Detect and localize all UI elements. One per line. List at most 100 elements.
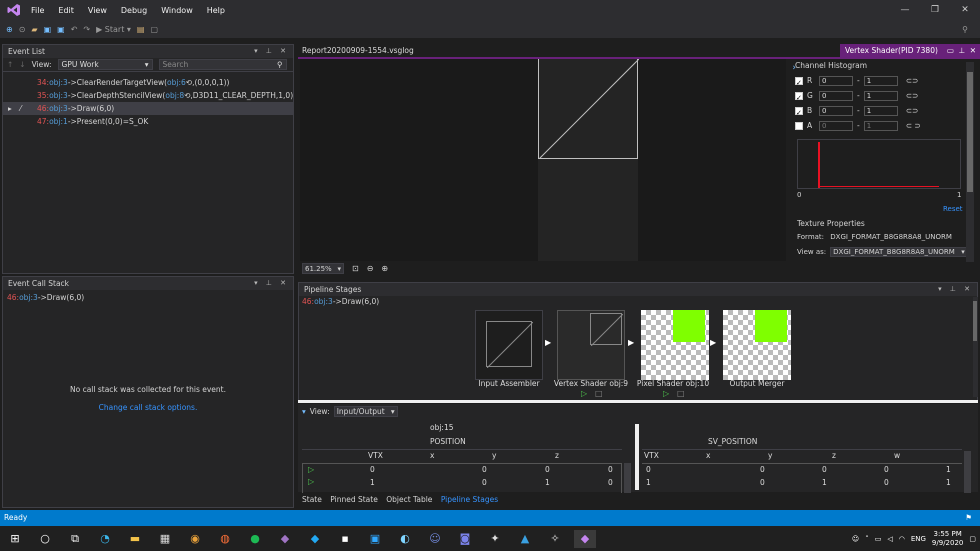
back-icon[interactable]: ⊕ [6, 25, 13, 34]
search-input[interactable]: Search ⚲ [158, 59, 287, 70]
io-splitter[interactable] [635, 424, 639, 490]
channel-max-input[interactable]: 1 [863, 90, 898, 101]
histogram-reset-link[interactable]: Reset [943, 205, 963, 213]
debug-play-icon[interactable]: ▷ [581, 389, 587, 398]
vertex-shader-stage[interactable] [557, 310, 625, 380]
wifi-icon[interactable]: ◠ [899, 535, 905, 543]
vertex-shader-tab[interactable]: Vertex Shader(PID 7380) ▭ ⊥ ✕ [840, 44, 980, 57]
event-obj[interactable]: obj:3 [49, 91, 68, 100]
minimize-icon[interactable]: — [890, 0, 920, 20]
fit-icon[interactable]: ⊡ [352, 264, 359, 273]
people-icon[interactable]: ☺ [852, 535, 859, 543]
splitter[interactable] [298, 400, 978, 403]
maximize-icon[interactable]: ❐ [920, 0, 950, 20]
panel-controls[interactable]: ▾ ⊥ ✕ [938, 283, 973, 296]
save-icon[interactable]: ▣ [44, 25, 52, 34]
entry-obj[interactable]: obj:3 [19, 293, 38, 302]
network-icon[interactable]: ▭ [875, 535, 882, 543]
photoshop-icon[interactable]: ▣ [364, 530, 386, 548]
input-scrollbar[interactable] [624, 463, 631, 493]
debug-play-icon[interactable]: ▷ [663, 389, 669, 398]
store-icon[interactable]: ▦ [154, 530, 176, 548]
entry-obj[interactable]: obj:3 [314, 297, 333, 306]
input-object-link[interactable]: obj:15 [430, 423, 454, 432]
output-merger-stage[interactable] [723, 310, 791, 380]
change-call-stack-link[interactable]: Change call stack options. [3, 403, 293, 412]
zoom-out-icon[interactable]: ⊖ [367, 264, 374, 273]
pipeline-scrollbar[interactable] [973, 297, 978, 397]
tab-pinned-state[interactable]: Pinned State [330, 495, 378, 504]
panel-controls[interactable]: ▾ ⊥ ✕ [254, 45, 289, 58]
call-stack-entry[interactable]: 46:obj:3->Draw(6,0) [3, 290, 293, 305]
view-as-select[interactable]: DXGI_FORMAT_B8G8R8A8_UNORM ▾ [830, 247, 968, 257]
debug-stop-icon[interactable]: □ [677, 389, 685, 398]
file-explorer-icon[interactable]: ▬ [124, 530, 146, 548]
event-row-selected[interactable]: ▸ ⁄ 46:obj:3->Draw(6,0) [3, 102, 293, 115]
visual-studio-active-icon[interactable]: ◆ [574, 529, 596, 548]
scrollbar-thumb[interactable] [973, 301, 977, 341]
tab-object-table[interactable]: Object Table [386, 495, 432, 504]
live-share-icon[interactable]: ⚲ [962, 25, 968, 34]
action-center-icon[interactable]: ▢ [969, 535, 976, 543]
pin-icon[interactable]: ▭ [947, 44, 954, 57]
chrome-icon[interactable]: ◉ [184, 530, 206, 548]
input-assembler-stage[interactable] [475, 310, 543, 380]
game-icon[interactable]: ✧ [544, 530, 566, 548]
link-icon[interactable]: ⊂⊃ [906, 88, 919, 103]
save-all-icon[interactable]: ▣ [57, 25, 65, 34]
vscode-icon[interactable]: ◆ [304, 530, 326, 548]
search-icon[interactable]: ○ [34, 530, 56, 548]
app-icon[interactable]: ◐ [394, 530, 416, 548]
zoom-select[interactable]: 61.25% ▾ [302, 262, 344, 274]
panel-controls[interactable]: ▾ ⊥ ✕ [254, 277, 289, 290]
pixel-shader-stage[interactable] [641, 310, 709, 380]
task-view-icon[interactable]: ⧉ [64, 530, 86, 548]
event-obj2[interactable]: obj:8 [165, 91, 184, 100]
io-view-select[interactable]: Input/Output ▾ [333, 405, 398, 417]
close-icon[interactable]: ✕ [950, 0, 980, 20]
event-row[interactable]: 35:obj:3->ClearDepthStencilView(obj:8⟲,D… [3, 89, 293, 102]
channel-max-input[interactable]: 1 [863, 75, 898, 86]
channel-min-input[interactable]: 0 [819, 75, 853, 86]
channel-checkbox-g[interactable] [795, 91, 803, 106]
menu-help[interactable]: Help [200, 6, 232, 15]
event-obj2[interactable]: obj:6 [167, 78, 186, 87]
event-row[interactable]: 34:obj:3->ClearRenderTargetView(obj:6⟲,(… [3, 76, 293, 89]
clock[interactable]: 3:55 PM 9/9/2020 [932, 530, 963, 548]
redo-icon[interactable]: ↷ [83, 25, 90, 34]
link-icon[interactable]: ⊂⊃ [906, 73, 919, 88]
capture-icon[interactable]: ▤ [137, 25, 145, 34]
open-folder-icon[interactable]: ▰ [31, 25, 37, 34]
debug-play-icon[interactable]: ▷ [308, 465, 314, 474]
channel-min-input[interactable]: 0 [819, 90, 853, 101]
teams-icon[interactable]: ◙ [454, 530, 476, 548]
up-arrow-icon[interactable]: ↑ [7, 60, 13, 69]
keep-tab-icon[interactable]: ⊥ [958, 44, 965, 57]
tab-state[interactable]: State [302, 495, 322, 504]
edge-icon[interactable]: ◔ [94, 530, 116, 548]
tab-pipeline-stages[interactable]: Pipeline Stages [441, 495, 498, 504]
menu-window[interactable]: Window [154, 6, 200, 15]
image-viewer[interactable]: › [300, 59, 796, 261]
expand-arrow-icon[interactable]: ▸ [8, 102, 12, 115]
language-indicator[interactable]: ENG [911, 535, 926, 543]
channel-min-input[interactable]: 0 [819, 120, 853, 131]
menu-edit[interactable]: Edit [51, 6, 81, 15]
menu-file[interactable]: File [24, 6, 51, 15]
menu-view[interactable]: View [81, 6, 114, 15]
discord-icon[interactable]: ☺ [424, 530, 446, 548]
close-tab-icon[interactable]: ✕ [970, 44, 976, 57]
channel-max-input[interactable]: 1 [863, 120, 898, 131]
channel-checkbox-a[interactable] [795, 121, 803, 130]
forward-icon[interactable]: ⊙ [19, 25, 26, 34]
down-arrow-icon[interactable]: ↓ [19, 60, 25, 69]
output-scrollbar[interactable] [964, 451, 971, 493]
unlink-icon[interactable]: ⊂ ⊃ [906, 118, 921, 133]
windows-start-icon[interactable]: ⊞ [4, 530, 26, 548]
document-tab[interactable]: Report20200909-1554.vsglog [298, 44, 418, 57]
menu-debug[interactable]: Debug [114, 6, 154, 15]
event-obj[interactable]: obj:3 [49, 78, 68, 87]
debug-stop-icon[interactable]: □ [595, 389, 603, 398]
firefox-icon[interactable]: ◍ [214, 530, 236, 548]
spotify-icon[interactable]: ● [244, 530, 266, 548]
